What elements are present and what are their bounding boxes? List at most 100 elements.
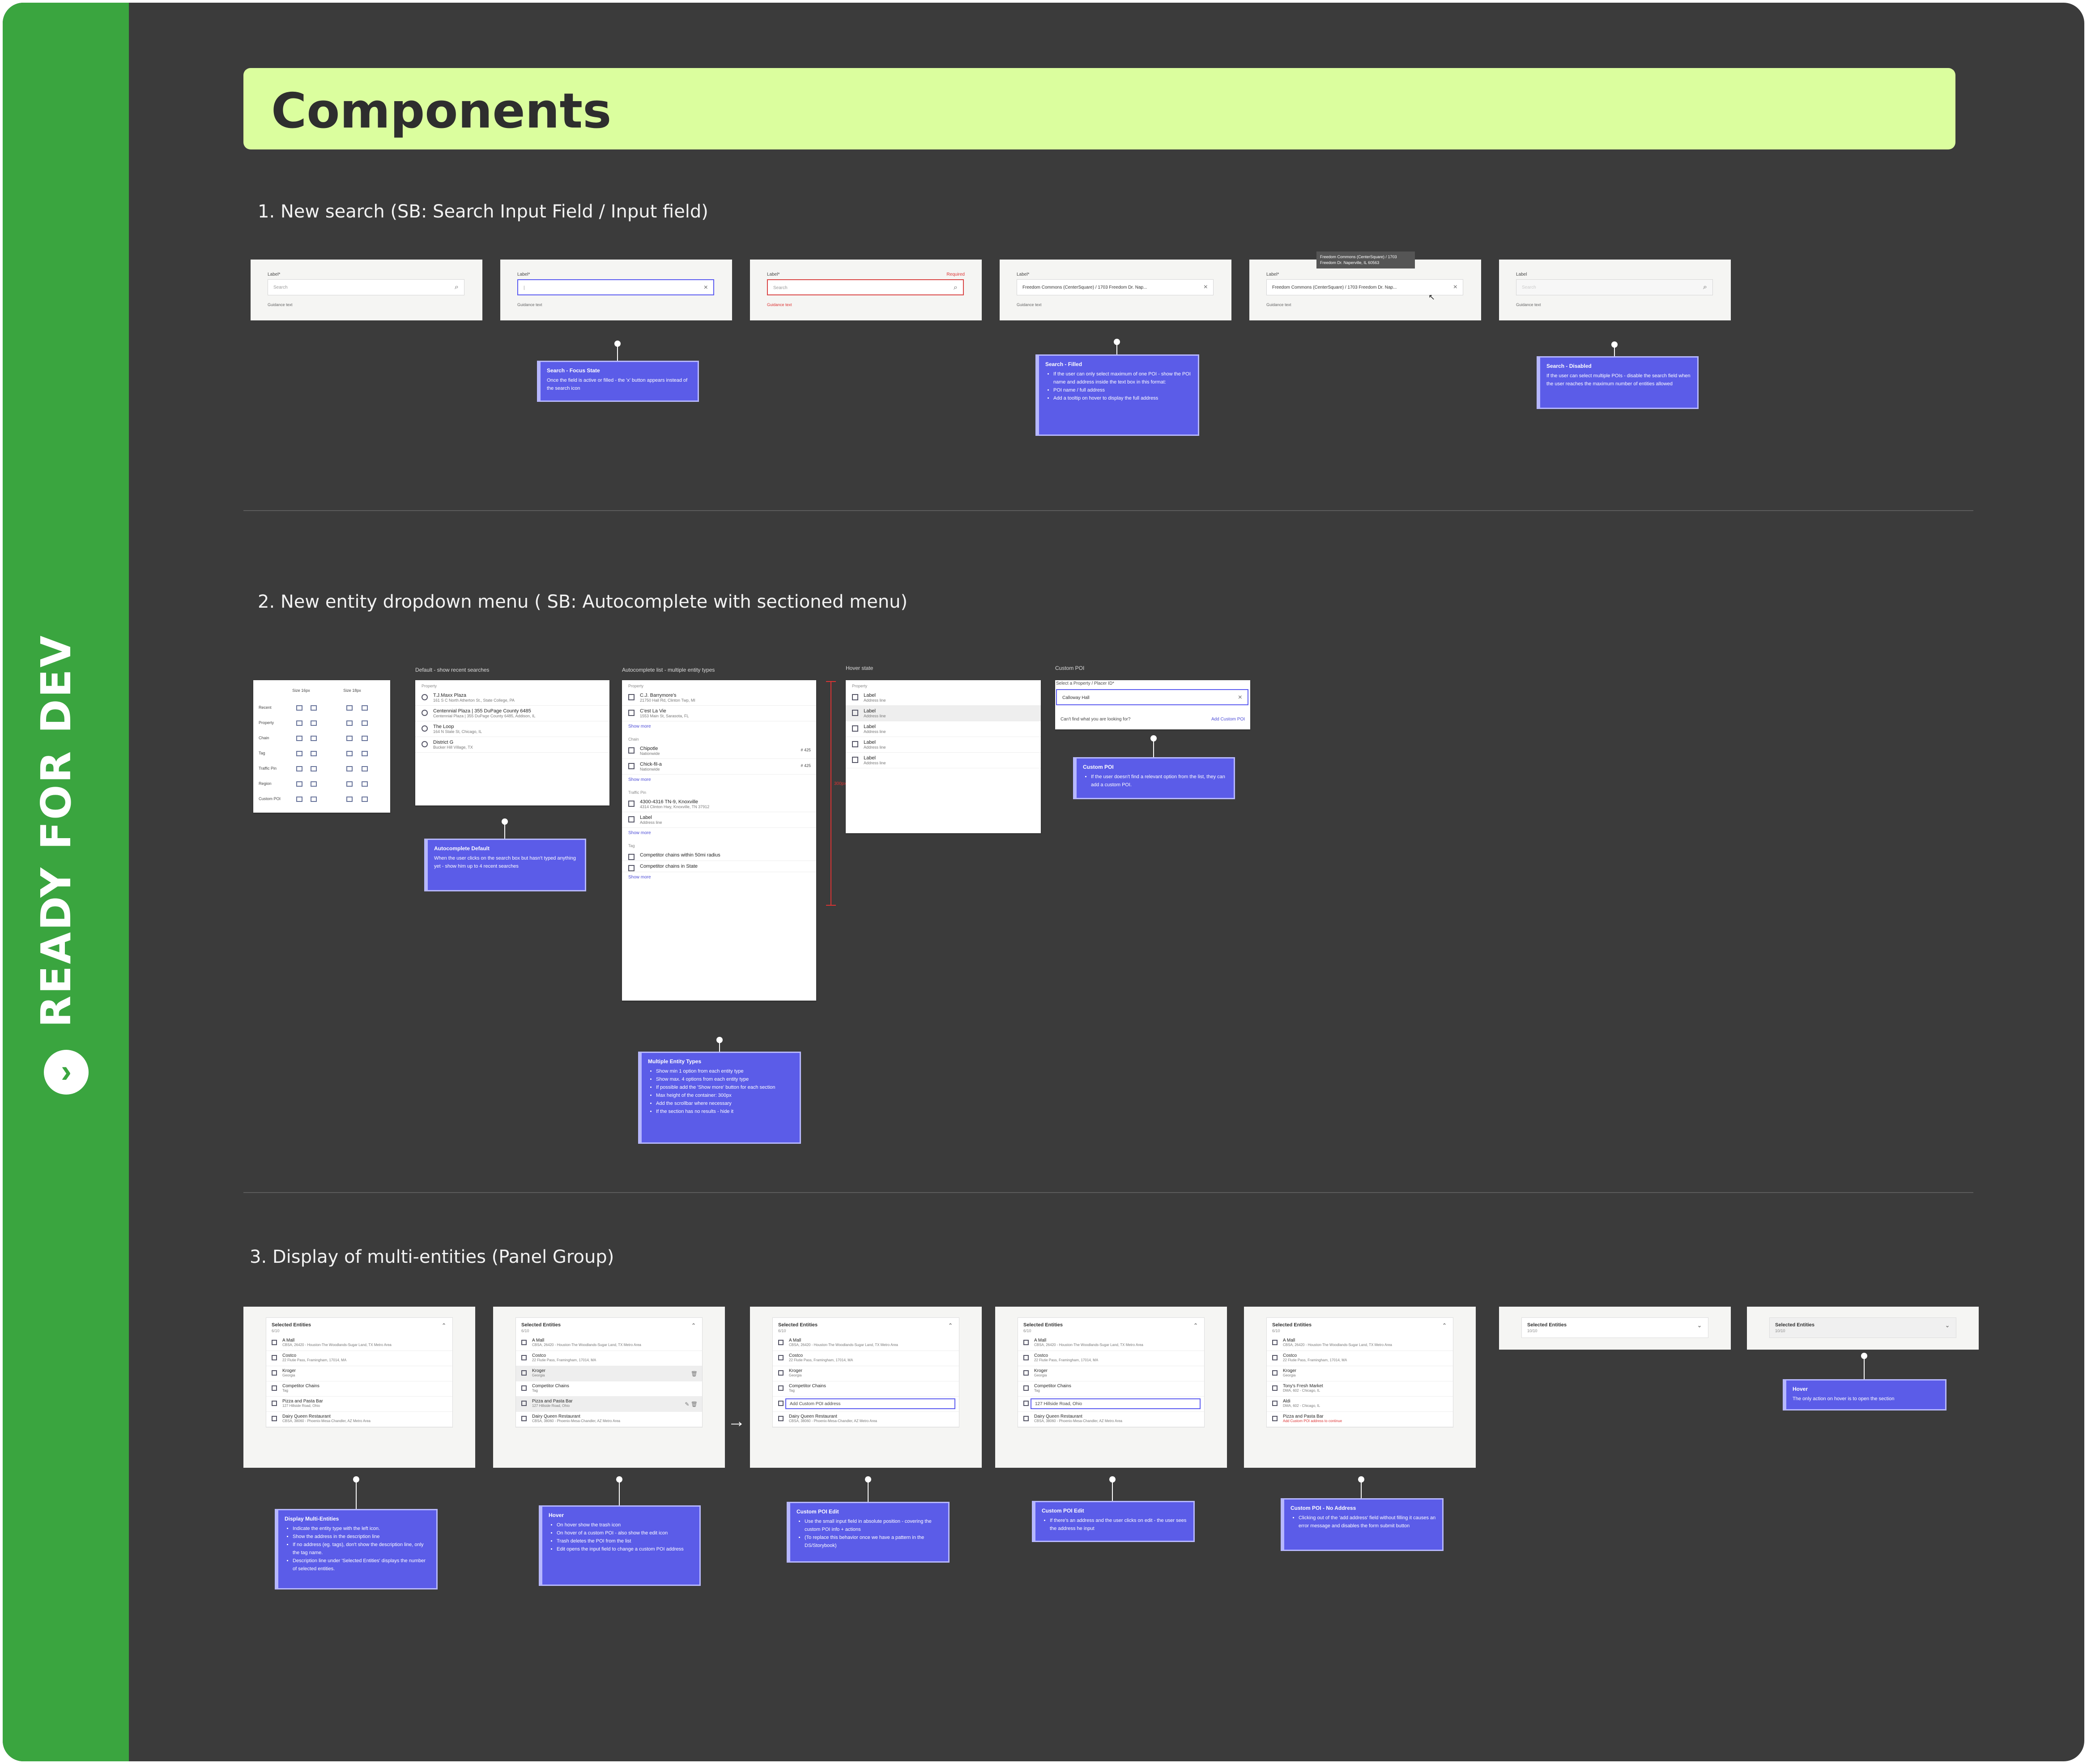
list-item[interactable]: Centennial Plaza | 355 DuPage County 648… — [415, 706, 609, 721]
show-more-link[interactable]: Show more — [622, 872, 816, 884]
entity-row[interactable]: A Mall CBSA, 26420 - Houston-The Woodland… — [266, 1336, 452, 1351]
custom-poi-input[interactable]: Calloway Hall × — [1056, 689, 1248, 705]
panel-header[interactable]: Selected Entities ⌄ — [1522, 1318, 1708, 1329]
chevron-down-icon[interactable]: ⌄ — [1945, 1322, 1950, 1329]
entity-row[interactable]: Kroger Georgia — [266, 1366, 452, 1381]
annotation-item: If the user doesn't find a relevant opti… — [1091, 773, 1227, 789]
clear-icon[interactable]: × — [1238, 694, 1242, 702]
entity-row[interactable]: Dairy Queen Restaurant CBSA, 38060 - Phoe… — [773, 1412, 959, 1427]
entity-row[interactable]: Pizza and Pasta Bar 127 Hillside Road, Oh… — [516, 1397, 702, 1412]
entity-name: Costco — [532, 1353, 546, 1358]
edit-icon[interactable]: ✎ 🗑 — [685, 1401, 698, 1407]
show-more-link[interactable]: Show more — [622, 775, 816, 787]
entity-row[interactable]: Pizza and Pasta Bar Add Custom POI addres… — [1267, 1412, 1453, 1427]
list-item[interactable]: Chipotle Nationwide # 425 — [622, 743, 816, 759]
entity-icon — [521, 1416, 527, 1421]
chevron-up-icon[interactable]: ⌃ — [442, 1322, 446, 1329]
entity-row[interactable]: Pizza and Pasta Bar 127 Hillside Road, Oh… — [266, 1397, 452, 1412]
entity-row[interactable]: Kroger Georgia — [773, 1366, 959, 1381]
entity-row[interactable]: Costco 22 Flutie Pass, Framingham, 17014,… — [773, 1351, 959, 1366]
item-address: Nationwide — [640, 751, 660, 756]
entity-row[interactable]: A Mall CBSA, 26420 - Houston-The Woodland… — [1267, 1336, 1453, 1351]
add-custom-poi-link[interactable]: Add Custom POI — [1211, 717, 1245, 722]
custom-poi-edit-input[interactable]: Add Custom POI address — [785, 1398, 955, 1409]
list-item[interactable]: C'est La Vie 1553 Main St, Sarasota, FL — [622, 706, 816, 721]
list-item[interactable]: District G Bucker Hill Village, TX — [415, 737, 609, 753]
clear-icon[interactable]: × — [704, 284, 708, 292]
item-address: Address line — [640, 820, 662, 825]
clear-icon[interactable]: × — [1204, 283, 1208, 291]
entity-row[interactable]: Dairy Queen Restaurant CBSA, 38060 - Phoe… — [516, 1412, 702, 1427]
entity-row[interactable]: Competitor Chains Tag — [773, 1381, 959, 1397]
panel-header[interactable]: Selected Entities ⌃ — [1267, 1318, 1453, 1329]
entity-row[interactable]: 127 Hillside Road, Ohio — [1018, 1397, 1204, 1412]
trash-icon[interactable]: 🗑 — [691, 1371, 698, 1377]
entity-row[interactable]: Costco 22 Flutie Pass, Framingham, 17014,… — [1018, 1351, 1204, 1366]
entity-row[interactable]: Dairy Queen Restaurant CBSA, 38060 - Phoe… — [1018, 1412, 1204, 1427]
entity-icon — [521, 1401, 527, 1406]
group-header: Property — [628, 684, 644, 688]
search-input[interactable]: Freedom Commons (CenterSquare) / 1703 Fr… — [1017, 279, 1214, 295]
entity-row[interactable]: Costco 22 Flutie Pass, Framingham, 17014,… — [266, 1351, 452, 1366]
entity-row[interactable]: Aldi DMA, 602 - Chicago, IL — [1267, 1397, 1453, 1412]
entity-icon — [778, 1370, 784, 1376]
chevron-down-icon[interactable]: ⌄ — [1697, 1322, 1702, 1329]
entity-row[interactable]: Competitor Chains Tag — [266, 1381, 452, 1397]
panel-header[interactable]: Selected Entities ⌃ — [266, 1318, 452, 1329]
panel-header[interactable]: Selected Entities ⌃ — [516, 1318, 702, 1329]
panel-header[interactable]: Selected Entities ⌄ — [1770, 1318, 1956, 1329]
entity-row[interactable]: Kroger Georgia — [1267, 1366, 1453, 1381]
search-input[interactable]: | × — [517, 279, 714, 295]
list-item[interactable]: Label Address line — [846, 706, 1041, 721]
entity-row[interactable]: Competitor Chains Tag — [516, 1381, 702, 1397]
search-input[interactable]: Search ⌕ — [268, 279, 464, 295]
chevron-up-icon[interactable]: ⌃ — [1442, 1322, 1447, 1329]
list-item[interactable]: Competitor chains in State — [622, 861, 816, 872]
clear-icon[interactable]: × — [1453, 283, 1457, 291]
panel-header[interactable]: Selected Entities ⌃ — [1018, 1318, 1204, 1329]
chevron-up-icon[interactable]: ⌃ — [1193, 1322, 1198, 1329]
list-item[interactable]: Label Address line — [846, 690, 1041, 706]
list-item[interactable]: C.J. Barrymore's 21750 Hall Rd, Clinton T… — [622, 690, 816, 706]
entity-row[interactable]: Tony's Fresh Market DMA, 602 - Chicago, I… — [1267, 1381, 1453, 1397]
legend-icon — [362, 766, 368, 771]
list-item[interactable]: Label Address line — [622, 812, 816, 828]
annotation-item: If possible add the 'Show more' button f… — [656, 1083, 793, 1091]
legend-row-label: Tag — [259, 751, 265, 755]
list-item[interactable]: Label Address line — [846, 753, 1041, 768]
entity-row[interactable]: Costco 22 Flutie Pass, Framingham, 17014,… — [1267, 1351, 1453, 1366]
entity-row[interactable]: A Mall CBSA, 26420 - Houston-The Woodland… — [1018, 1336, 1204, 1351]
chevron-up-icon[interactable]: ⌃ — [691, 1322, 696, 1329]
entity-name: Kroger — [1034, 1368, 1048, 1373]
show-more-link[interactable]: Show more — [622, 721, 816, 733]
entity-row[interactable]: A Mall CBSA, 26420 - Houston-The Woodland… — [516, 1336, 702, 1351]
entity-row[interactable]: Add Custom POI address — [773, 1397, 959, 1412]
entity-row[interactable]: A Mall CBSA, 26420 - Houston-The Woodland… — [773, 1336, 959, 1351]
entity-row[interactable]: Kroger Georgia — [1018, 1366, 1204, 1381]
entity-row[interactable]: Costco 22 Flutie Pass, Framingham, 17014,… — [516, 1351, 702, 1366]
custom-poi-edit-input[interactable]: 127 Hillside Road, Ohio — [1031, 1398, 1201, 1409]
search-input[interactable]: Search ⌕ — [767, 279, 964, 295]
list-item[interactable]: 4300-4316 TN-9, Knoxville 4314 Clinton Hw… — [622, 797, 816, 812]
entity-icon — [852, 757, 858, 763]
entity-address: CBSA, 26420 - Houston-The Woodlands-Suga… — [282, 1343, 392, 1347]
chevron-up-icon[interactable]: ⌃ — [948, 1322, 953, 1329]
entity-row[interactable]: Dairy Queen Restaurant CBSA, 38060 - Phoe… — [266, 1412, 452, 1427]
entity-row[interactable]: Competitor Chains Tag — [1018, 1381, 1204, 1397]
item-address: Address line — [864, 714, 886, 718]
list-item[interactable]: Chick-fil-a Nationwide # 425 — [622, 759, 816, 775]
entity-name: Kroger — [532, 1368, 546, 1373]
entity-row[interactable]: Kroger Georgia 🗑 — [516, 1366, 702, 1381]
item-name: Chipotle — [640, 746, 658, 751]
list-item[interactable]: The Loop 164 N State St, Chicago, IL — [415, 721, 609, 737]
list-item[interactable]: Competitor chains within 50mi radius — [622, 850, 816, 861]
selected-entities-card: Selected Entities ⌃ 6/10 A Mall CBSA, 26420 … — [493, 1307, 725, 1468]
selected-entities-card: Selected Entities ⌃ 6/10 A Mall CBSA, 26420 … — [243, 1307, 475, 1468]
chevron-right-icon[interactable]: › — [44, 1050, 89, 1095]
list-item[interactable]: Label Address line — [846, 721, 1041, 737]
list-item[interactable]: T.J.Maxx Plaza 161 S C North Atherton St.… — [415, 690, 609, 706]
legend-head: Size 16px — [292, 688, 310, 693]
show-more-link[interactable]: Show more — [622, 828, 816, 840]
list-item[interactable]: Label Address line — [846, 737, 1041, 753]
panel-header[interactable]: Selected Entities ⌃ — [773, 1318, 959, 1329]
